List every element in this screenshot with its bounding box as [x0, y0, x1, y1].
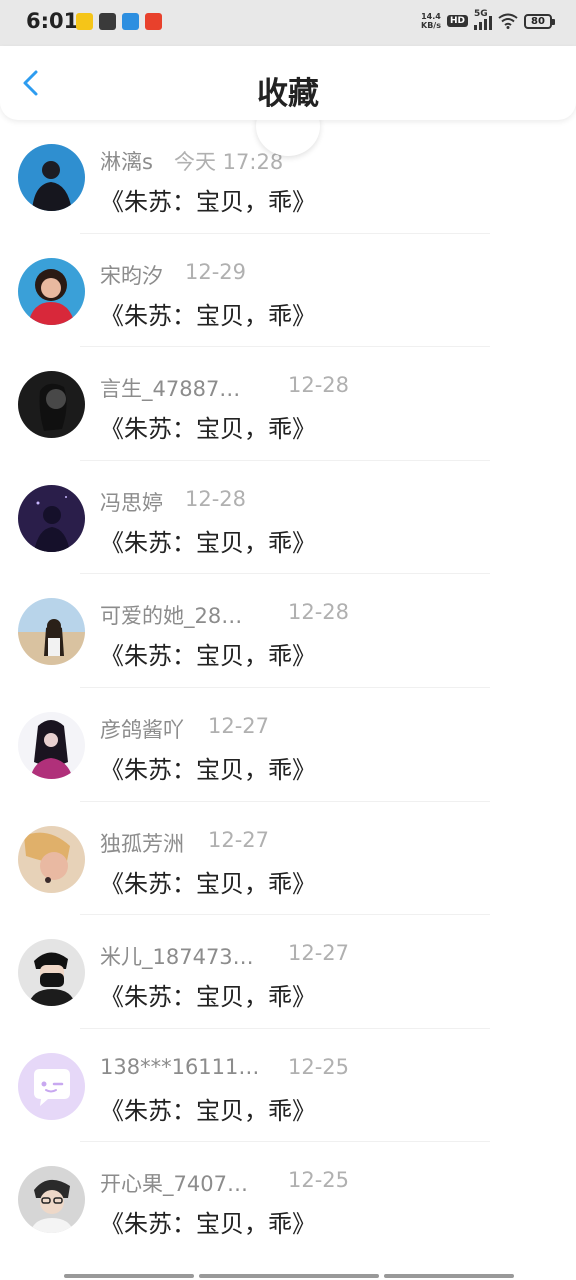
- avatar[interactable]: [18, 144, 85, 211]
- item-title: 《朱苏：宝贝，乖》: [100, 188, 316, 216]
- item-title: 《朱苏：宝贝，乖》: [100, 528, 316, 557]
- item-title: 《朱苏：宝贝，乖》: [100, 415, 316, 444]
- item-title: 《朱苏：宝贝，乖》: [100, 1096, 316, 1125]
- app-notification-icon: [122, 13, 139, 30]
- list-item[interactable]: 冯思婷 12-28 《朱苏：宝贝，乖》: [0, 461, 576, 575]
- list-item[interactable]: 独孤芳洲 12-27 《朱苏：宝贝，乖》: [0, 802, 576, 916]
- item-date: 12-29: [185, 259, 247, 284]
- list-item[interactable]: 138***16111… 12-25 《朱苏：宝贝，乖》: [0, 1029, 576, 1143]
- avatar[interactable]: [18, 1166, 85, 1234]
- status-bar: 6:01 14.4 KB/s HD 5G 80: [0, 0, 576, 46]
- status-time: 6:01: [26, 9, 79, 33]
- battery-icon: 80: [524, 13, 555, 29]
- status-indicators: 14.4 KB/s HD 5G 80: [421, 9, 555, 30]
- item-title: 《朱苏：宝贝，乖》: [100, 301, 316, 330]
- network-type: 5G: [474, 9, 488, 19]
- mail-notification-icon: [99, 13, 116, 30]
- list-item[interactable]: 可爱的她_28… 12-28 《朱苏：宝贝，乖》: [0, 574, 576, 688]
- list-item[interactable]: 言生_47887… 12-28 《朱苏：宝贝，乖》: [0, 347, 576, 461]
- notification-icons: [76, 13, 162, 30]
- item-date: 12-27: [288, 941, 350, 966]
- item-name: 彦鸽酱吖: [100, 717, 184, 742]
- item-name: 言生_47887…: [100, 377, 241, 402]
- item-name: 138***16111…: [100, 1054, 260, 1079]
- avatar[interactable]: [18, 257, 85, 325]
- app-notification-icon: [145, 13, 162, 30]
- list-item[interactable]: 米儿_187473… 12-27 《朱苏：宝贝，乖》: [0, 915, 576, 1029]
- item-name: 淋漓s: [100, 150, 153, 174]
- item-title: 《朱苏：宝贝，乖》: [100, 983, 316, 1012]
- item-title: 《朱苏：宝贝，乖》: [100, 642, 316, 671]
- item-date: 12-28: [288, 600, 350, 625]
- item-date: 12-27: [208, 827, 270, 852]
- item-date: 12-25: [288, 1054, 350, 1079]
- home-indicator[interactable]: [64, 1274, 514, 1278]
- item-title: 《朱苏：宝贝，乖》: [100, 755, 316, 784]
- item-date: 12-27: [208, 713, 270, 738]
- avatar[interactable]: [18, 484, 85, 552]
- list-item[interactable]: 宋昀汐 12-29 《朱苏：宝贝，乖》: [0, 234, 576, 348]
- item-date: 今天 17:28: [174, 150, 284, 174]
- favorites-list: 淋漓s 今天 17:28 《朱苏：宝贝，乖》 宋昀汐 12-29 《朱苏：宝贝，…: [0, 120, 576, 1256]
- avatar[interactable]: [18, 711, 85, 779]
- avatar[interactable]: [18, 825, 85, 893]
- signal-icon: 5G: [474, 9, 492, 30]
- hd-badge: HD: [446, 15, 468, 27]
- avatar[interactable]: [18, 1052, 85, 1120]
- wifi-icon: [498, 13, 518, 29]
- item-title: 《朱苏：宝贝，乖》: [100, 869, 316, 898]
- item-name: 可爱的她_28…: [100, 604, 243, 629]
- item-name: 冯思婷: [100, 490, 163, 515]
- network-speed: 14.4 KB/s: [421, 12, 441, 30]
- item-name: 宋昀汐: [100, 263, 163, 288]
- item-title: 《朱苏：宝贝，乖》: [100, 1210, 316, 1239]
- app-notification-icon: [76, 13, 93, 30]
- avatar[interactable]: [18, 598, 85, 666]
- item-date: 12-28: [288, 373, 350, 398]
- avatar[interactable]: [18, 939, 85, 1007]
- list-item[interactable]: 彦鸽酱吖 12-27 《朱苏：宝贝，乖》: [0, 688, 576, 802]
- item-date: 12-25: [288, 1168, 350, 1193]
- header: 收藏: [0, 46, 576, 120]
- item-name: 米儿_187473…: [100, 945, 254, 970]
- item-date: 12-28: [185, 486, 247, 511]
- page-title: 收藏: [257, 76, 319, 112]
- item-name: 开心果_7407…: [100, 1172, 248, 1197]
- avatar[interactable]: [18, 371, 85, 439]
- list-item[interactable]: 开心果_7407… 12-25 《朱苏：宝贝，乖》: [0, 1142, 576, 1256]
- item-name: 独孤芳洲: [100, 831, 184, 856]
